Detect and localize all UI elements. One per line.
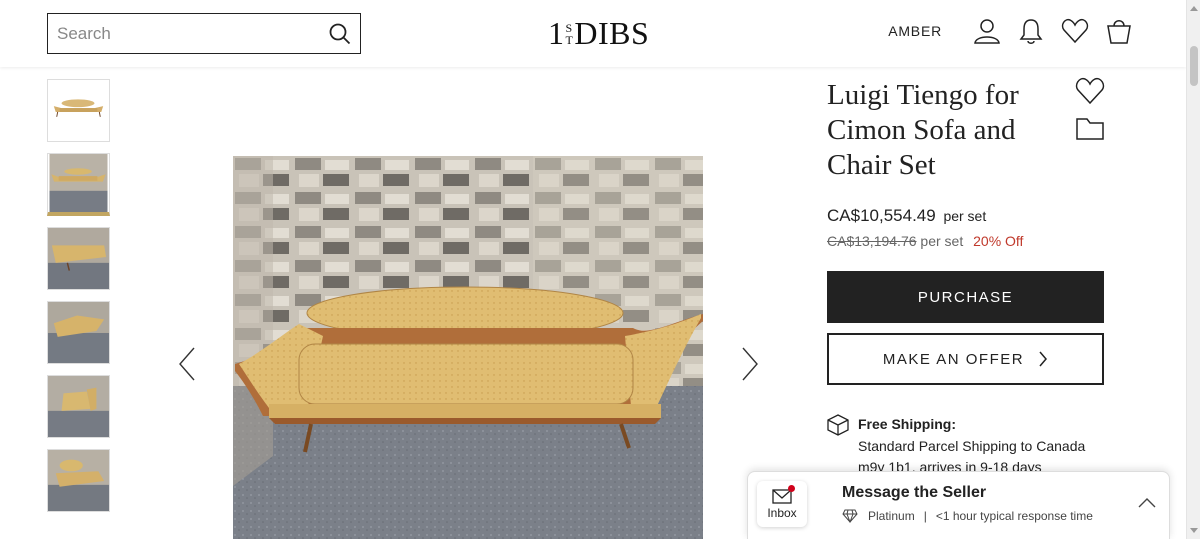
message-seller-title[interactable]: Message the Seller <box>842 484 986 502</box>
price: CA$10,554.49 per set <box>827 206 986 226</box>
thumbnail-5[interactable] <box>47 375 110 438</box>
thumbnail-list <box>47 79 110 523</box>
discount-badge: 20% Off <box>973 233 1024 249</box>
thumbnail-3[interactable] <box>47 227 110 290</box>
heart-icon[interactable] <box>1060 16 1090 46</box>
next-image-arrow[interactable] <box>740 346 760 382</box>
old-price-value: CA$13,194.76 <box>827 233 917 249</box>
separator: | <box>923 509 927 523</box>
favorite-heart-icon[interactable] <box>1075 77 1105 107</box>
product-title: Luigi Tiengo for Cimon Sofa and Chair Se… <box>827 79 1019 181</box>
chevron-right-icon <box>1038 351 1048 367</box>
price-value: CA$10,554.49 <box>827 206 936 225</box>
message-seller-panel[interactable]: Inbox Message the Seller Platinum | <1 h… <box>747 471 1170 539</box>
search-box[interactable] <box>47 13 361 54</box>
header-actions: AMBER <box>888 12 1134 50</box>
page-scrollbar[interactable] <box>1186 0 1200 539</box>
logo-digit: 1 <box>548 15 565 51</box>
old-price: CA$13,194.76 per set 20% Off <box>827 233 1023 249</box>
previous-image-arrow[interactable] <box>177 346 197 382</box>
price-unit: per set <box>943 208 987 224</box>
scroll-thumb[interactable] <box>1190 46 1198 86</box>
logo-text: DIBS <box>574 15 650 51</box>
old-price-unit: per set <box>920 233 964 249</box>
shopping-bag-icon[interactable] <box>1104 16 1134 46</box>
make-offer-button[interactable]: MAKE AN OFFER <box>827 333 1104 385</box>
shipping-title: Free Shipping: <box>858 416 956 432</box>
package-icon <box>827 414 849 436</box>
seller-tier: Platinum <box>868 509 915 523</box>
scroll-down-icon[interactable] <box>1190 528 1198 533</box>
account-icon[interactable] <box>972 16 1002 46</box>
inbox-button[interactable]: Inbox <box>757 481 807 527</box>
thumbnail-2[interactable] <box>47 153 110 216</box>
site-header: 1 S T DIBS AMBER <box>0 0 1186 67</box>
thumbnail-6[interactable] <box>47 449 110 512</box>
diamond-icon <box>842 509 858 524</box>
response-time: <1 hour typical response time <box>935 509 1093 523</box>
bell-icon[interactable] <box>1016 16 1046 46</box>
envelope-icon <box>772 485 795 504</box>
notification-dot <box>788 485 795 492</box>
user-name[interactable]: AMBER <box>888 23 942 39</box>
search-icon[interactable] <box>320 14 360 54</box>
search-input[interactable] <box>48 14 320 53</box>
inbox-label: Inbox <box>767 506 797 520</box>
product-main-image[interactable] <box>233 156 703 539</box>
thumbnail-4[interactable] <box>47 301 110 364</box>
logo-st-bottom: T <box>565 32 574 47</box>
folder-icon[interactable] <box>1075 115 1105 143</box>
seller-response-info: Platinum | <1 hour typical response time <box>842 509 1093 524</box>
make-offer-button-label: MAKE AN OFFER <box>882 350 1025 368</box>
logo-superscript: S T <box>566 22 574 46</box>
chevron-up-icon[interactable] <box>1138 496 1156 508</box>
shipping-line-1: Standard Parcel Shipping to Canada <box>858 438 1086 454</box>
logo-st-top: S <box>565 20 573 35</box>
thumbnail-1[interactable] <box>47 79 110 142</box>
purchase-button[interactable]: PURCHASE <box>827 271 1104 323</box>
purchase-button-label: PURCHASE <box>917 288 1014 306</box>
scroll-up-icon[interactable] <box>1190 6 1198 11</box>
site-logo[interactable]: 1 S T DIBS <box>548 15 649 52</box>
